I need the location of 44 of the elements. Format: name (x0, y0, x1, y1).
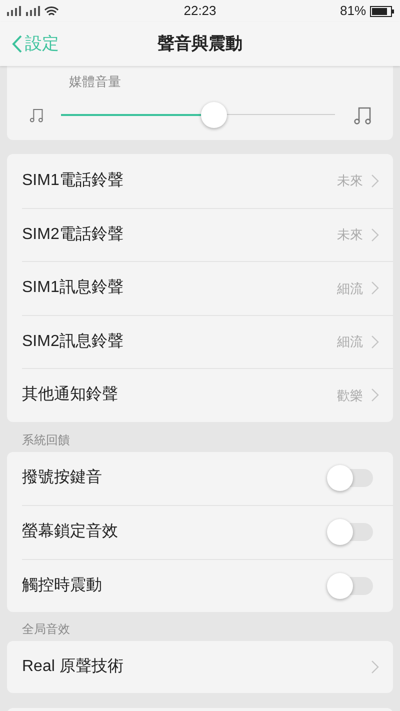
chevron-icon (371, 334, 379, 349)
music-note-icon (29, 106, 43, 122)
row-label: Real 原聲技術 (22, 656, 124, 677)
clock-time: 22:23 (184, 2, 216, 20)
row-label: SIM1電話鈴聲 (22, 170, 124, 191)
section-heading: 全局音效 (22, 621, 71, 638)
page-title: 聲音與震動 (158, 33, 242, 56)
row-label: SIM1訊息鈴聲 (22, 278, 124, 298)
section-heading: 系統回饋 (22, 432, 71, 448)
ringtone-row[interactable]: SIM2訊息鈴聲 細流 (22, 314, 393, 368)
signal-icon (25, 6, 41, 16)
volume-slider[interactable] (61, 102, 335, 128)
music-note-icon (353, 104, 371, 124)
effects-row[interactable]: Real 原聲技術 (22, 641, 393, 693)
wifi-icon (44, 6, 59, 16)
battery-icon (370, 6, 394, 16)
slider-thumb[interactable] (201, 102, 228, 128)
row-value: 歡樂 (337, 386, 363, 404)
row-value: 未來 (337, 172, 363, 190)
row-label: 觸控時震動 (22, 576, 103, 596)
row-label: 撥號按鍵音 (22, 468, 103, 488)
row-value: 細流 (337, 280, 363, 298)
row-label: 其他通知鈴聲 (22, 384, 119, 406)
ringtone-row[interactable]: SIM2電話鈴聲 未來 (22, 208, 393, 261)
row-label: SIM2訊息鈴聲 (22, 332, 124, 352)
slider-label: 媒體音量 (69, 73, 122, 91)
chevron-icon (371, 281, 379, 296)
battery-percent: 81% (340, 2, 366, 20)
chevron-icon (371, 228, 379, 242)
row-label: SIM2電話鈴聲 (22, 224, 124, 245)
row-value: 細流 (337, 333, 363, 351)
row-label: 螢幕鎖定音效 (22, 522, 119, 542)
toggle-switch[interactable] (327, 519, 373, 546)
toggle-switch[interactable] (327, 465, 373, 492)
ringtone-row[interactable]: SIM1訊息鈴聲 細流 (22, 261, 393, 314)
back-icon (12, 35, 22, 53)
ringtone-row[interactable]: 其他通知鈴聲 歡樂 (22, 368, 393, 422)
ringtone-row[interactable]: SIM1電話鈴聲 未來 (22, 154, 393, 208)
chevron-icon (371, 388, 379, 402)
chevron-icon (371, 660, 379, 674)
signal-icon (6, 6, 22, 16)
row-value: 未來 (337, 226, 363, 244)
toggle-switch[interactable] (327, 572, 373, 599)
chevron-icon (371, 174, 379, 188)
